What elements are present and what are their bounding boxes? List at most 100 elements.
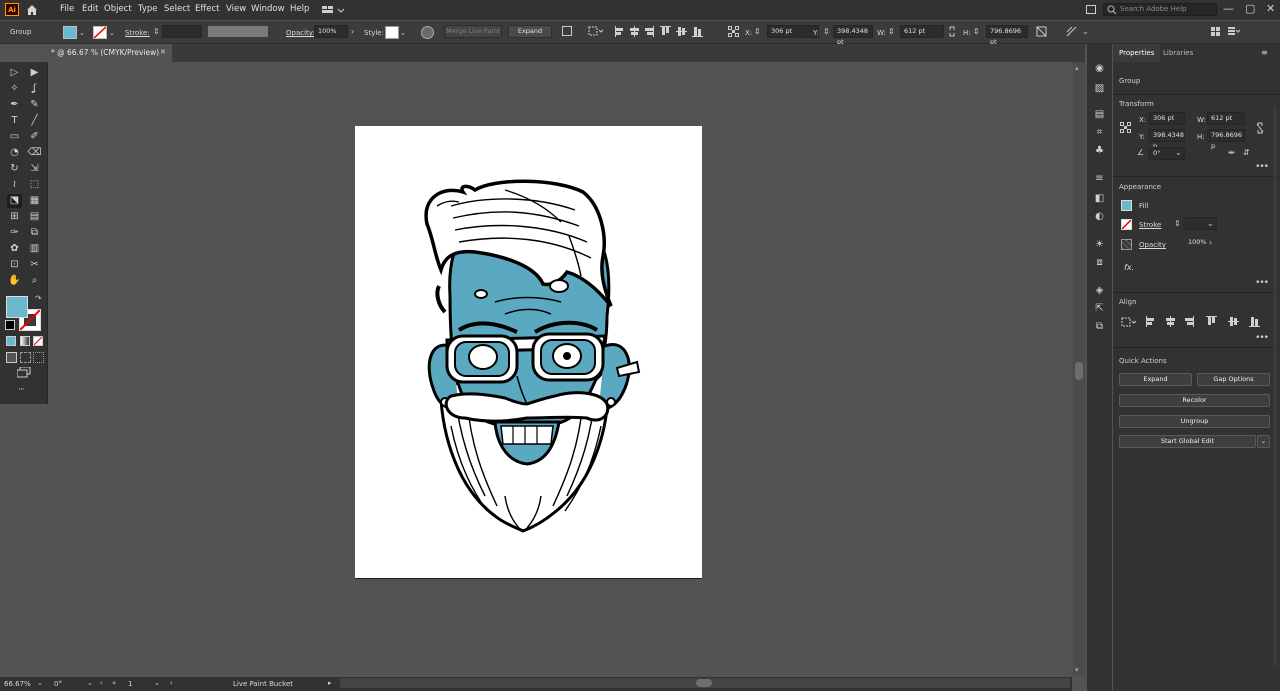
control-menu-icon[interactable] bbox=[1228, 27, 1241, 36]
draw-behind-icon[interactable] bbox=[20, 352, 31, 363]
stepper-icon[interactable]: ⇕ bbox=[973, 27, 980, 37]
global-edit-options-button[interactable]: ⌄ bbox=[1257, 435, 1270, 448]
gradient-panel-icon[interactable]: ◧ bbox=[1092, 192, 1107, 206]
x-field[interactable]: 306 pt bbox=[767, 25, 819, 38]
w-field[interactable]: 612 pt bbox=[900, 25, 944, 38]
transform-reference-point-icon[interactable] bbox=[728, 26, 739, 37]
stroke-label[interactable]: Stroke: bbox=[125, 29, 150, 37]
symbols-icon[interactable]: ♣ bbox=[1092, 144, 1107, 158]
align-to-selection-icon[interactable] bbox=[588, 26, 604, 36]
next-artboard-icon[interactable]: › bbox=[170, 679, 173, 687]
h-field[interactable]: 796.8696 p bbox=[1207, 129, 1245, 150]
rectangle-tool-icon[interactable]: ▭ bbox=[7, 130, 22, 144]
flip-vertical-icon[interactable]: ⇵ bbox=[1243, 148, 1250, 157]
expand-button[interactable]: Expand bbox=[1119, 373, 1192, 386]
gradient-tool-icon[interactable]: ▤ bbox=[27, 210, 42, 224]
workspace-switcher-icon[interactable] bbox=[322, 5, 345, 15]
reference-point-icon[interactable] bbox=[1120, 122, 1131, 133]
merge-live-paint-button[interactable]: Merge Live Paint bbox=[444, 25, 502, 38]
chevron-down-icon[interactable]: ⌄ bbox=[1207, 219, 1214, 228]
flip-horizontal-icon[interactable]: ⇹ bbox=[1228, 148, 1235, 157]
artboard-number[interactable]: 1 bbox=[128, 680, 132, 688]
menu-object[interactable]: Object bbox=[104, 4, 132, 14]
shape-options-icon[interactable] bbox=[1066, 26, 1077, 37]
layers-panel-icon[interactable]: ◈ bbox=[1092, 284, 1107, 298]
arrange-documents-icon[interactable] bbox=[1086, 5, 1096, 14]
magic-wand-tool-icon[interactable]: ✧ bbox=[7, 82, 22, 96]
align-more-icon[interactable]: ••• bbox=[1255, 333, 1269, 343]
opacity-field[interactable]: 100% bbox=[314, 25, 348, 38]
chevron-down-icon[interactable]: ⌄ bbox=[1082, 27, 1089, 37]
screen-mode-icon[interactable] bbox=[16, 366, 31, 378]
horizontal-scroll-thumb[interactable] bbox=[696, 679, 712, 687]
rotation-value[interactable]: 0° bbox=[54, 680, 62, 688]
draw-inside-icon[interactable] bbox=[33, 352, 44, 363]
menu-view[interactable]: View bbox=[226, 4, 246, 14]
graphic-style-swatch[interactable] bbox=[385, 26, 399, 39]
search-help-field[interactable]: Search Adobe Help bbox=[1103, 3, 1217, 16]
menu-effect[interactable]: Effect bbox=[195, 4, 219, 14]
menu-help[interactable]: Help bbox=[290, 4, 309, 14]
y-field[interactable]: 398.4348 p bbox=[1149, 129, 1185, 150]
opacity-label[interactable]: Opacity bbox=[1139, 241, 1166, 249]
asset-export-icon[interactable]: ⇱ bbox=[1092, 302, 1107, 316]
maximize-button[interactable]: ▢ bbox=[1245, 2, 1255, 15]
chevron-down-icon[interactable]: ⌄ bbox=[109, 28, 115, 38]
y-field[interactable]: 398.4348 pt bbox=[833, 25, 873, 46]
rotate-tool-icon[interactable]: ↻ bbox=[7, 162, 22, 176]
gap-options-button[interactable]: Gap Options bbox=[1197, 373, 1270, 386]
recolor-artwork-icon[interactable] bbox=[421, 26, 434, 39]
line-tool-icon[interactable]: ╱ bbox=[27, 114, 42, 128]
h-field[interactable]: 796.8696 pt bbox=[986, 25, 1028, 46]
type-tool-icon[interactable]: T bbox=[7, 114, 22, 128]
panel-scrollbar[interactable] bbox=[1273, 106, 1277, 666]
vertical-scroll-thumb[interactable] bbox=[1075, 362, 1083, 380]
menu-edit[interactable]: Edit bbox=[82, 4, 98, 14]
paintbrush-tool-icon[interactable]: ✐ bbox=[27, 130, 42, 144]
column-graph-tool-icon[interactable]: ▥ bbox=[27, 242, 42, 256]
chevron-down-icon[interactable]: ⌄ bbox=[87, 679, 93, 687]
fill-swatch[interactable] bbox=[63, 26, 77, 39]
artboard-tool-icon[interactable]: ⊡ bbox=[7, 258, 22, 272]
cc-libraries-icon[interactable]: ⌗ bbox=[1092, 126, 1107, 140]
zoom-tool-icon[interactable]: ⌕ bbox=[27, 274, 42, 288]
appearance-panel-icon[interactable]: ◐ bbox=[1092, 210, 1107, 224]
stroke-swatch[interactable] bbox=[1121, 219, 1132, 230]
lasso-tool-icon[interactable]: ʆ bbox=[27, 82, 42, 96]
opacity-field[interactable]: 100% bbox=[1185, 237, 1211, 250]
ungroup-button[interactable]: Ungroup bbox=[1119, 415, 1270, 428]
direct-selection-tool-icon[interactable]: ▶ bbox=[27, 66, 42, 80]
scroll-up-icon[interactable]: ▴ bbox=[1075, 64, 1079, 72]
document-tab[interactable]: * @ 66.67 % (CMYK/Preview) bbox=[48, 44, 172, 62]
close-window-button[interactable]: ✕ bbox=[1266, 2, 1275, 15]
fill-color-box[interactable] bbox=[6, 296, 28, 318]
menu-type[interactable]: Type bbox=[138, 4, 158, 14]
start-global-edit-button[interactable]: Start Global Edit bbox=[1119, 435, 1256, 448]
chevron-down-icon[interactable]: ⌄ bbox=[154, 679, 160, 687]
default-colors-icon[interactable] bbox=[5, 320, 15, 330]
transparency-icon[interactable]: ▤ bbox=[1092, 108, 1107, 122]
close-tab-icon[interactable]: ✕ bbox=[160, 48, 166, 56]
transform-more-icon[interactable]: ••• bbox=[1255, 162, 1269, 172]
stroke-weight-field[interactable] bbox=[162, 25, 202, 38]
symbol-sprayer-tool-icon[interactable]: ✿ bbox=[7, 242, 22, 256]
artboard[interactable] bbox=[355, 126, 702, 578]
stepper-icon[interactable]: ⇕ bbox=[823, 27, 830, 37]
chevron-down-icon[interactable]: ⌄ bbox=[79, 28, 85, 38]
panel-menu-icon[interactable]: ≡ bbox=[1261, 48, 1268, 57]
fx-icon[interactable]: fx. bbox=[1124, 263, 1134, 272]
stroke-swatch[interactable] bbox=[93, 26, 107, 39]
color-mode-icon[interactable] bbox=[6, 336, 16, 346]
chevron-right-icon[interactable]: › bbox=[1209, 238, 1212, 247]
shaper-tool-icon[interactable]: ◔ bbox=[7, 146, 22, 160]
stroke-panel-icon[interactable]: ≡ bbox=[1092, 172, 1107, 186]
w-field[interactable]: 612 pt bbox=[1207, 112, 1245, 125]
slice-tool-icon[interactable]: ✂ bbox=[27, 258, 42, 272]
draw-normal-icon[interactable] bbox=[6, 352, 17, 363]
constrain-proportions-icon[interactable] bbox=[948, 26, 956, 37]
minimize-button[interactable]: — bbox=[1223, 2, 1234, 15]
selection-tool-icon[interactable]: ▷ bbox=[7, 66, 22, 80]
previous-artboard-icon[interactable]: ‹ bbox=[100, 679, 103, 687]
stepper-icon[interactable]: ⇕ bbox=[1174, 219, 1181, 228]
graphic-styles-icon[interactable]: ⧈ bbox=[1092, 256, 1107, 270]
